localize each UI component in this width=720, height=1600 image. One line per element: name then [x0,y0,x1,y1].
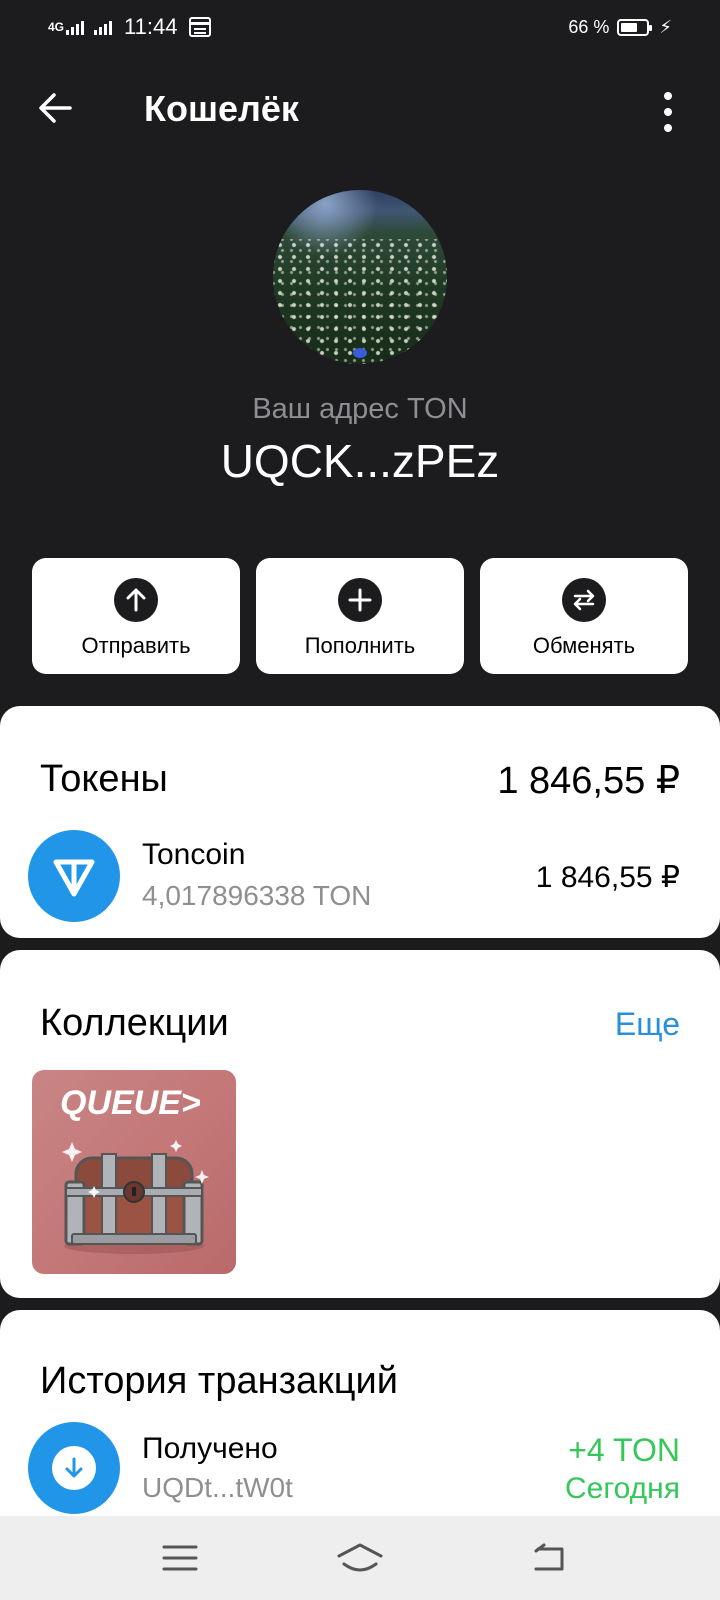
status-time: 11:44 [124,14,178,39]
swap-icon [562,578,606,622]
nft-item[interactable]: QUEUE> [32,1070,236,1274]
charging-icon: ⚡︎ [659,17,672,37]
transaction-address: UQDt...tW0t [142,1472,293,1503]
status-bar: 4G 11:44 66 % ⚡︎ [0,0,720,58]
send-label: Отправить [81,633,191,658]
collections-title: Коллекции [40,1002,229,1044]
recents-button[interactable] [156,1536,204,1580]
more-vertical-icon [664,92,672,100]
arrow-up-icon [114,578,158,622]
ton-logo-icon [28,830,120,922]
collections-card: Коллекции Еще QUEUE> [0,950,720,1298]
signal-icon [66,19,86,35]
page-title: Кошелёк [144,88,299,129]
status-left: 4G 11:44 [48,14,212,40]
battery-fill [621,23,638,32]
tokens-total: 1 846,55 ₽ [497,760,680,802]
calendar-icon [189,17,212,37]
signal-icon-2 [94,19,114,35]
network-type: 4G [48,19,65,34]
treasure-chest-icon [62,1140,209,1254]
system-nav-bar [0,1516,720,1600]
home-icon [337,1543,383,1572]
token-amount: 4,017896338 TON [142,880,372,911]
back-icon [534,1543,564,1571]
transaction-type-icon [28,1422,120,1514]
arrow-down-icon [65,1457,83,1478]
status-right: 66 % ⚡︎ [568,17,672,38]
swap-label: Обменять [532,633,636,658]
battery-icon [617,19,653,36]
history-card: История транзакций Получено UQDt...tW0t … [0,1310,720,1520]
collections-more-link[interactable]: Еще [615,1006,680,1043]
transaction-date: Сегодня [565,1472,680,1505]
tokens-card: Токены 1 846,55 ₽ Toncoin 4,017896338 TO… [0,706,720,938]
system-back-button[interactable] [524,1536,572,1580]
token-row-toncoin[interactable]: Toncoin 4,017896338 TON 1 846,55 ₽ [0,828,720,924]
battery-percent: 66 % [568,17,610,37]
wallet-address[interactable]: UQCK...zPEz [0,434,720,488]
wallet-avatar[interactable] [273,190,447,364]
network-indicator: 4G [48,19,65,34]
app-bar: Кошелёк [0,58,720,166]
transaction-row[interactable]: Получено UQDt...tW0t +4 TON Сегодня [0,1422,720,1520]
menu-icon [162,1545,198,1571]
action-buttons: Отправить Пополнить Обменять [32,558,688,674]
token-value: 1 846,55 ₽ [535,861,680,894]
arrow-left-icon [39,93,72,123]
transaction-title: Получено [142,1432,278,1465]
top-up-label: Пополнить [304,633,416,658]
history-title: История транзакций [40,1360,398,1402]
plus-icon [338,578,382,622]
transaction-amount: +4 TON [568,1432,680,1468]
more-options-button[interactable] [660,92,676,132]
home-button[interactable] [336,1536,384,1580]
send-button[interactable]: Отправить [32,558,240,674]
tokens-title: Токены [40,758,168,800]
swap-button[interactable]: Обменять [480,558,688,674]
back-button[interactable] [36,88,76,128]
address-label: Ваш адрес TON [252,393,468,425]
token-name: Toncoin [142,838,246,871]
top-up-button[interactable]: Пополнить [256,558,464,674]
